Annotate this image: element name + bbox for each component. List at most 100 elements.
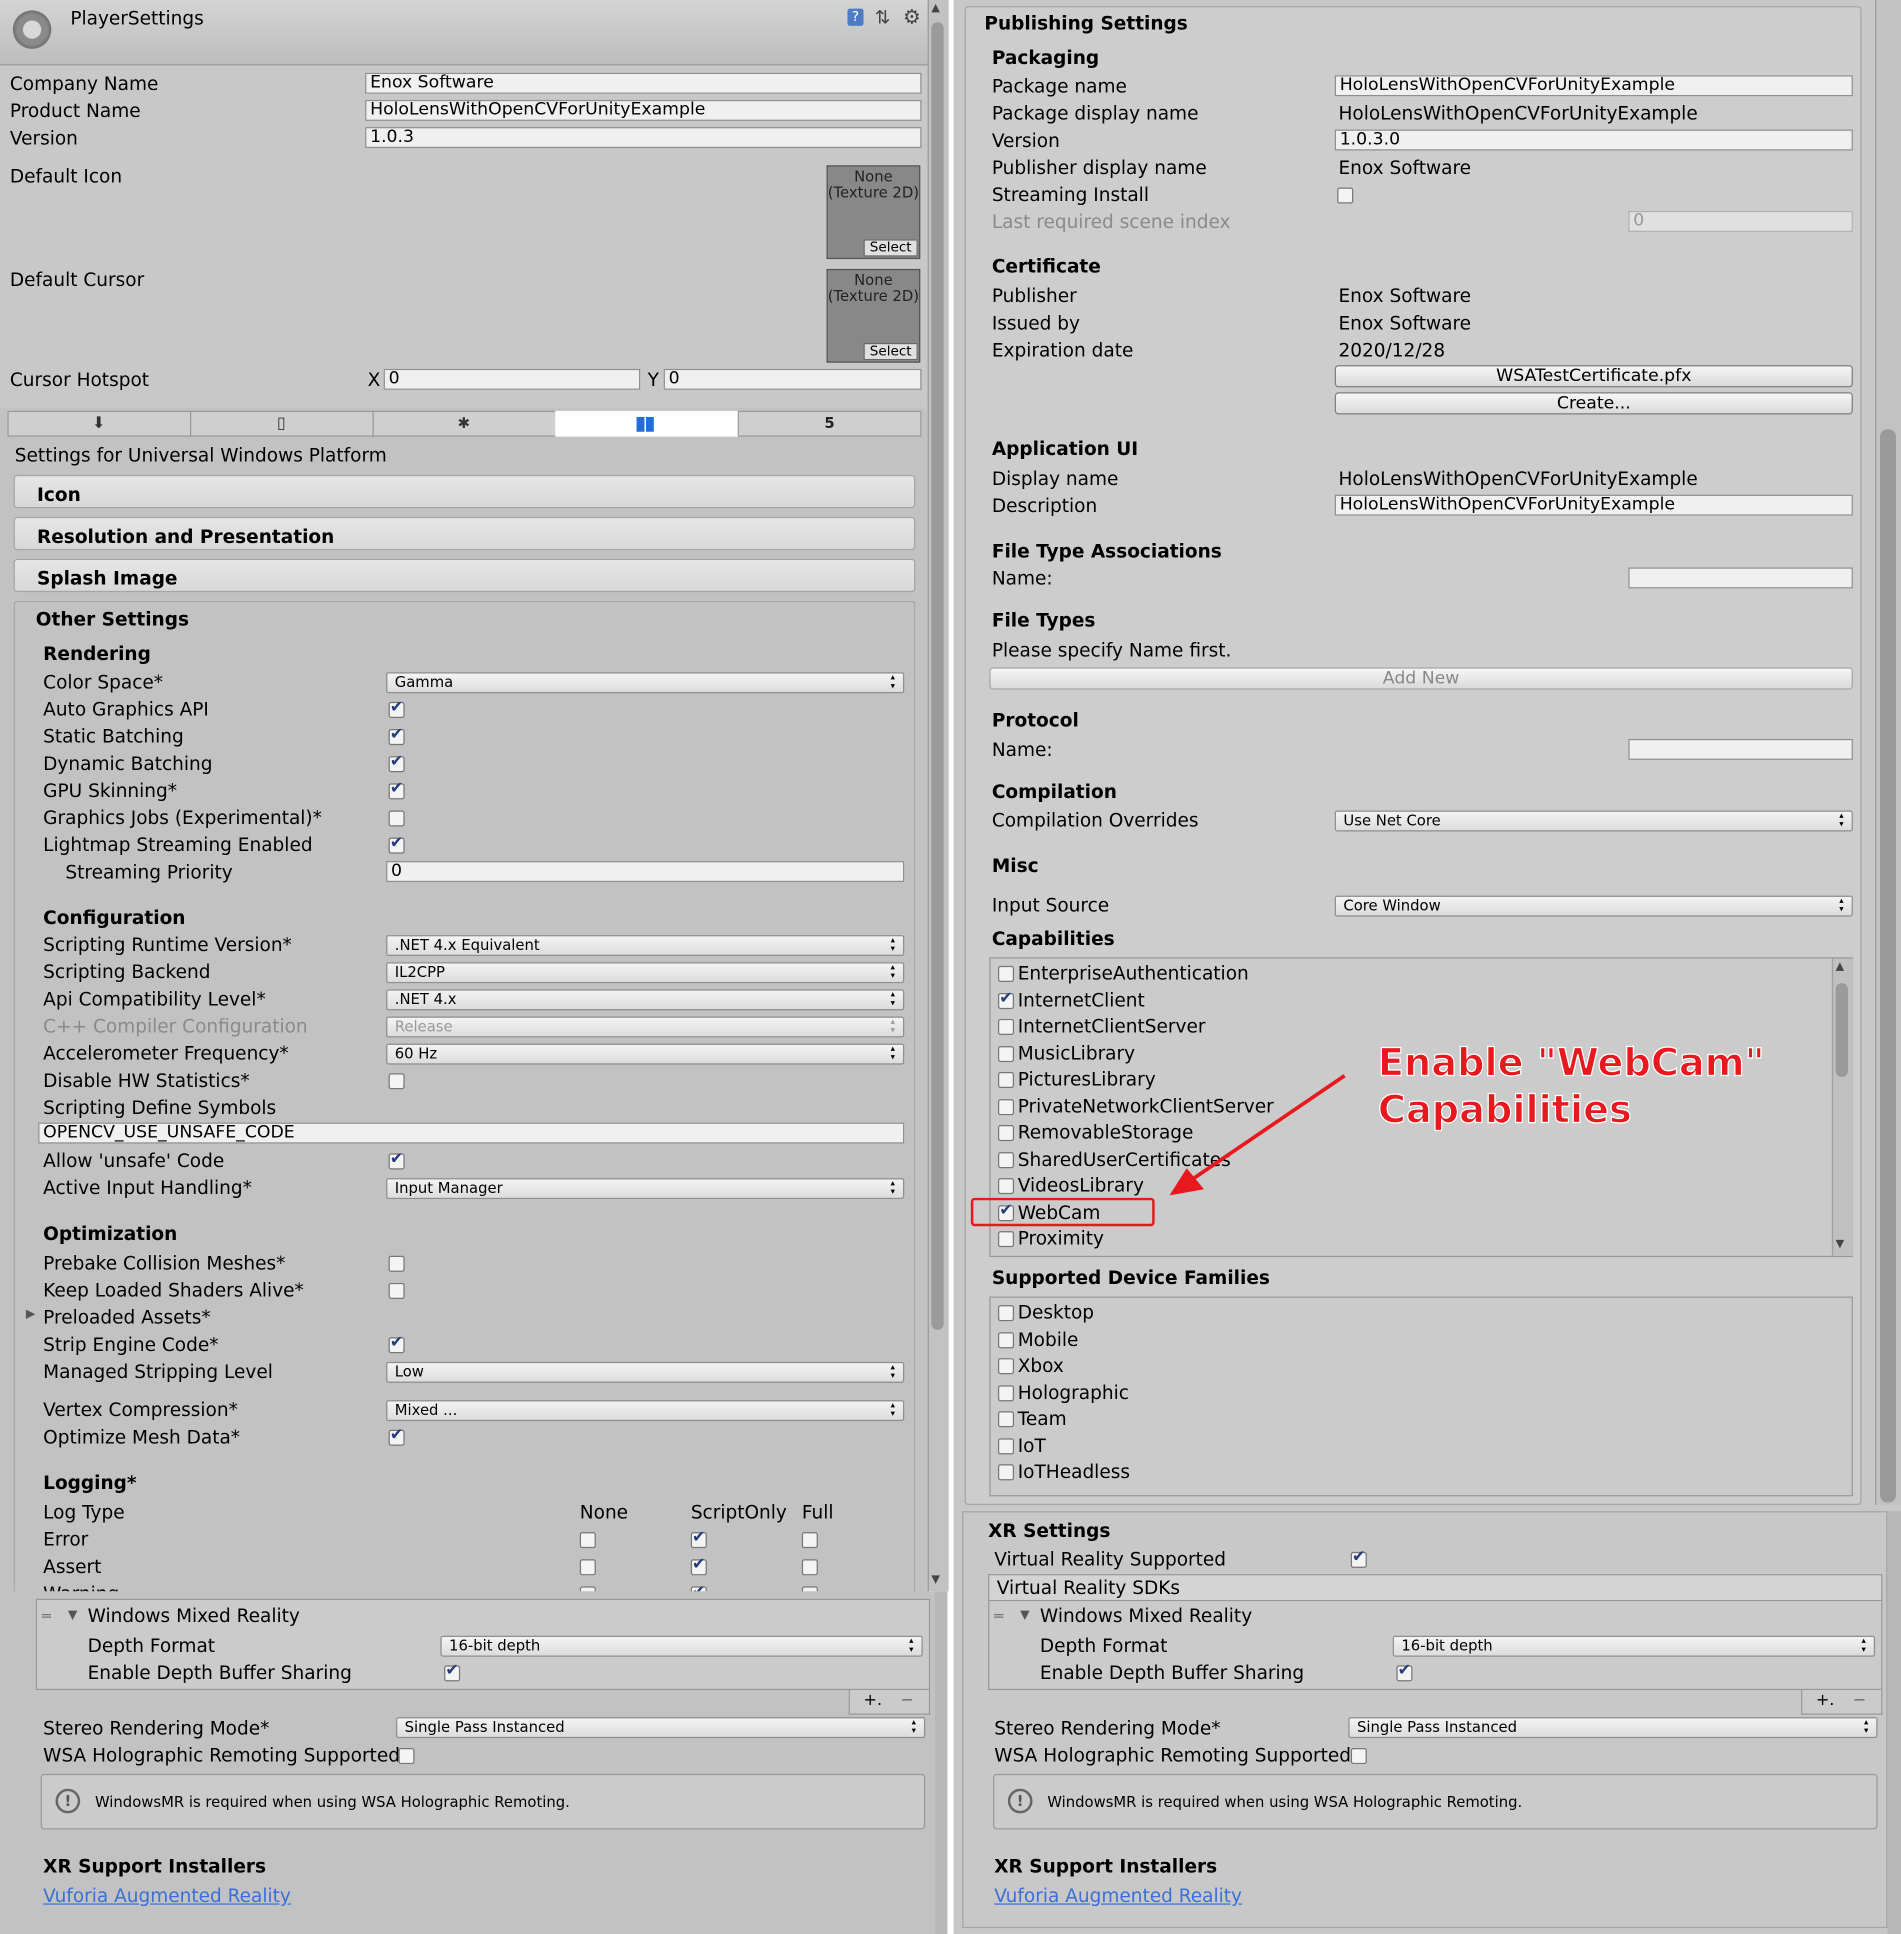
streaming-install-checkbox[interactable]	[1337, 187, 1354, 204]
capabilities-scroll-thumb[interactable]	[1835, 983, 1848, 1077]
version-field[interactable]: 1.0.3	[365, 127, 922, 149]
company-name-field[interactable]: Enox Software	[365, 72, 922, 94]
left-xr-scrollbar[interactable]	[935, 1591, 948, 1934]
remoting-checkbox[interactable]	[398, 1748, 415, 1765]
help-icon[interactable]: ?	[847, 8, 864, 26]
vr-supported-checkbox[interactable]	[1350, 1548, 1367, 1568]
log-error-scriptonly-checkbox[interactable]	[690, 1528, 707, 1549]
lightmap-streaming-checkbox[interactable]	[388, 834, 405, 854]
gpu-skinning-checkbox[interactable]	[388, 780, 405, 800]
vuforia-link[interactable]: Vuforia Augmented Reality	[994, 1885, 1242, 1907]
remoting-checkbox[interactable]	[1350, 1748, 1367, 1765]
checkbox[interactable]	[997, 965, 1015, 982]
streaming-priority-field[interactable]: 0	[386, 861, 905, 883]
compilation-overrides-dropdown[interactable]: Use Net Core	[1334, 810, 1853, 832]
drag-handle-icon[interactable]: ═	[994, 1607, 1003, 1624]
hotspot-x-field[interactable]: 0	[383, 368, 641, 390]
capabilities-scroll-up-icon[interactable]: ▲	[1836, 961, 1845, 973]
preloaded-assets-label[interactable]: Preloaded Assets*	[43, 1306, 210, 1328]
remove-sdk-button[interactable]: −	[1853, 1691, 1866, 1710]
xr-settings-title[interactable]: XR Settings	[988, 1520, 1110, 1542]
log-assert-scriptonly-checkbox[interactable]	[690, 1556, 707, 1576]
package-version-field[interactable]: 1.0.3.0	[1334, 129, 1853, 151]
dynamic-batching-checkbox[interactable]	[388, 752, 405, 773]
fta-name-field[interactable]	[1628, 567, 1853, 589]
protocol-name-field[interactable]	[1628, 738, 1853, 760]
checkbox[interactable]	[997, 1358, 1015, 1375]
add-sdk-button[interactable]: +.	[864, 1691, 883, 1710]
vertex-compression-dropdown[interactable]: Mixed ...	[386, 1400, 905, 1422]
checkbox[interactable]	[997, 1071, 1015, 1089]
collapse-arrow-icon[interactable]: ▼	[68, 1609, 78, 1623]
vuforia-link[interactable]: Vuforia Augmented Reality	[43, 1885, 291, 1907]
checkbox[interactable]	[997, 1178, 1015, 1195]
prebake-checkbox[interactable]	[388, 1255, 405, 1272]
tab-ios[interactable]: ▯	[190, 410, 374, 437]
color-space-dropdown[interactable]: Gamma	[386, 672, 905, 694]
api-level-dropdown[interactable]: .NET 4.x	[386, 989, 905, 1011]
checkbox[interactable]	[997, 1437, 1015, 1454]
checkbox[interactable]	[997, 1098, 1015, 1115]
log-assert-full-checkbox[interactable]	[801, 1559, 818, 1576]
tab-uwp[interactable]	[555, 410, 739, 437]
scripting-backend-dropdown[interactable]: IL2CPP	[386, 962, 905, 984]
checkbox[interactable]	[997, 1151, 1015, 1168]
checkbox[interactable]	[997, 1464, 1015, 1481]
scroll-up-arrow-icon[interactable]: ▲	[931, 2, 940, 14]
checkbox[interactable]	[997, 1231, 1015, 1248]
depth-format-dropdown[interactable]: 16-bit depth	[1392, 1635, 1876, 1657]
checkbox[interactable]	[997, 1045, 1015, 1062]
tab-android[interactable]: ✱	[373, 410, 557, 437]
static-batching-checkbox[interactable]	[388, 725, 405, 746]
remove-sdk-button[interactable]: −	[901, 1691, 914, 1710]
depth-sharing-checkbox[interactable]	[1396, 1662, 1413, 1682]
preloaded-expand-icon[interactable]: ▶	[26, 1308, 36, 1322]
checkbox[interactable]	[997, 1384, 1015, 1401]
default-icon-slot[interactable]: None (Texture 2D) Select	[826, 165, 921, 260]
package-name-field[interactable]: HoloLensWithOpenCVForUnityExample	[1334, 75, 1853, 97]
right-xr-scrollbar[interactable]	[1887, 1511, 1901, 1934]
disable-hw-checkbox[interactable]	[388, 1073, 405, 1090]
left-scrollbar-thumb[interactable]	[931, 22, 944, 1330]
stereo-mode-dropdown[interactable]: Single Pass Instanced	[395, 1717, 926, 1739]
checkbox[interactable]	[997, 1305, 1015, 1322]
icon-foldout[interactable]: Icon	[13, 474, 916, 509]
product-name-field[interactable]: HoloLensWithOpenCVForUnityExample	[365, 99, 922, 121]
allow-unsafe-checkbox[interactable]	[388, 1150, 405, 1170]
checkbox[interactable]	[997, 1331, 1015, 1348]
select-button[interactable]: Select	[863, 239, 918, 257]
default-cursor-slot[interactable]: None (Texture 2D) Select	[826, 268, 921, 363]
graphics-jobs-checkbox[interactable]	[388, 810, 405, 827]
checkbox[interactable]	[997, 1018, 1015, 1035]
checkbox[interactable]	[997, 1411, 1015, 1428]
create-certificate-button[interactable]: Create...	[1334, 392, 1853, 415]
stripping-level-dropdown[interactable]: Low	[386, 1361, 905, 1383]
capabilities-scroll-down-icon[interactable]: ▼	[1836, 1239, 1845, 1251]
keep-shaders-checkbox[interactable]	[388, 1282, 405, 1299]
tab-webgl[interactable]: 5	[738, 411, 922, 437]
depth-format-dropdown[interactable]: 16-bit depth	[440, 1635, 923, 1657]
auto-graphics-checkbox[interactable]	[388, 698, 405, 718]
settings-gear-icon[interactable]: ⚙	[903, 5, 921, 28]
certificate-file-button[interactable]: WSATestCertificate.pfx	[1334, 365, 1853, 388]
checkbox[interactable]	[997, 989, 1015, 1009]
other-settings-title[interactable]: Other Settings	[36, 608, 189, 630]
preset-icon[interactable]: ⇅	[875, 6, 891, 28]
select-button[interactable]: Select	[863, 342, 918, 361]
optimize-mesh-checkbox[interactable]	[388, 1426, 405, 1446]
stereo-mode-dropdown[interactable]: Single Pass Instanced	[1348, 1717, 1878, 1739]
define-symbols-field[interactable]: OPENCV_USE_UNSAFE_CODE	[38, 1122, 905, 1144]
collapse-arrow-icon[interactable]: ▼	[1020, 1609, 1030, 1623]
log-error-full-checkbox[interactable]	[801, 1532, 818, 1549]
drag-handle-icon[interactable]: ═	[42, 1607, 51, 1624]
scroll-down-arrow-icon[interactable]: ▼	[931, 1574, 940, 1586]
log-error-none-checkbox[interactable]	[579, 1532, 596, 1549]
add-sdk-button[interactable]: +.	[1816, 1691, 1835, 1710]
resolution-foldout[interactable]: Resolution and Presentation	[13, 516, 916, 551]
publishing-title[interactable]: Publishing Settings	[984, 12, 1187, 34]
depth-sharing-checkbox[interactable]	[444, 1662, 461, 1682]
strip-engine-checkbox[interactable]	[388, 1334, 405, 1354]
runtime-version-dropdown[interactable]: .NET 4.x Equivalent	[386, 935, 905, 957]
input-source-dropdown[interactable]: Core Window	[1334, 895, 1853, 917]
input-handling-dropdown[interactable]: Input Manager	[386, 1178, 905, 1200]
